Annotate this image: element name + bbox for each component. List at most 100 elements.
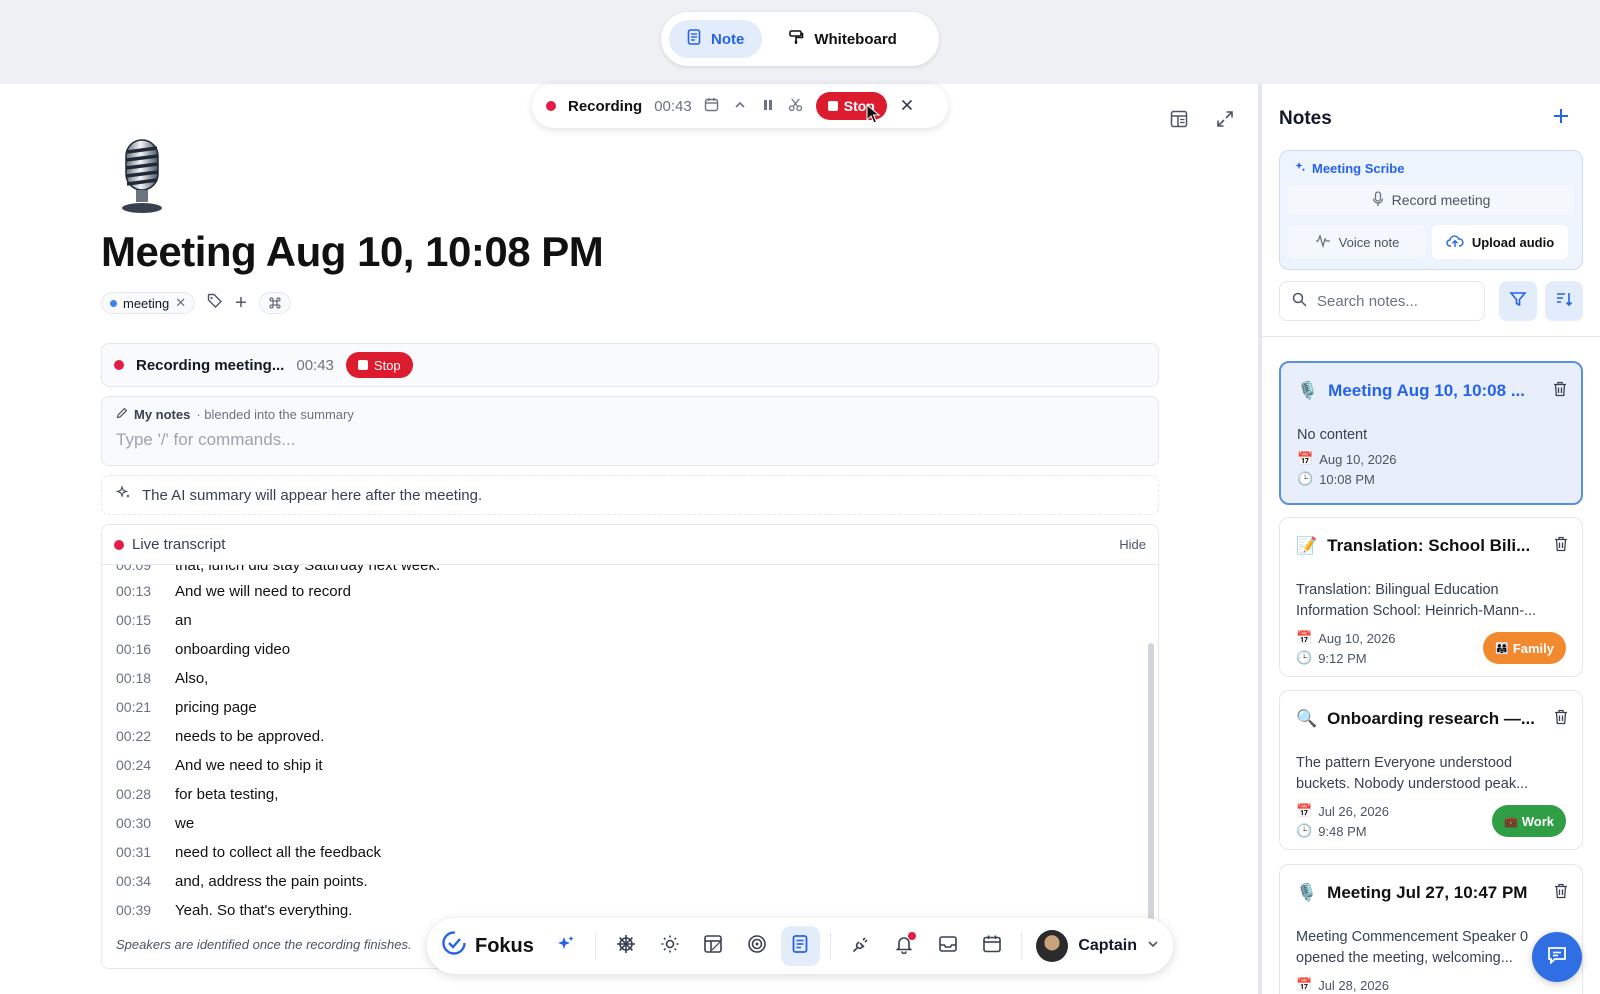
sparkles-icon bbox=[115, 485, 132, 505]
new-note-button[interactable] bbox=[1552, 104, 1570, 132]
ai-sparkle-button[interactable] bbox=[546, 926, 586, 966]
transcript-text: for beta testing, bbox=[175, 785, 279, 803]
search-placeholder: Search notes... bbox=[1317, 292, 1418, 310]
dock-board-button[interactable] bbox=[694, 926, 734, 966]
bottom-dock: Fokus Captain bbox=[427, 918, 1173, 974]
note-mode-button[interactable]: Note bbox=[669, 20, 763, 58]
trash-icon[interactable] bbox=[1553, 381, 1567, 402]
stop-label: Stop bbox=[373, 357, 401, 373]
user-menu[interactable]: Captain bbox=[1036, 930, 1159, 962]
my-notes-label: My notes bbox=[134, 407, 191, 422]
chevron-up-icon[interactable] bbox=[732, 98, 748, 114]
stop-meeting-button[interactable]: Stop bbox=[345, 352, 413, 378]
trash-icon[interactable] bbox=[1554, 536, 1568, 557]
note-card-body: Meeting Commencement Speaker 0 opened th… bbox=[1296, 929, 1529, 966]
dock-integrations-button[interactable] bbox=[841, 926, 881, 966]
my-notes-header: My notes · blended into the summary bbox=[116, 407, 1144, 422]
dock-inbox-button[interactable] bbox=[928, 926, 968, 966]
plug-icon bbox=[851, 934, 871, 959]
dock-helm-button[interactable] bbox=[606, 926, 646, 966]
dock-today-button[interactable] bbox=[650, 926, 690, 966]
family-badge[interactable]: 👨‍👩‍👧 Family bbox=[1483, 632, 1566, 664]
note-card-title: 🎙️ Meeting Aug 10, 10:08 ... bbox=[1297, 381, 1537, 401]
tag-chip[interactable]: meeting ✕ bbox=[101, 292, 196, 314]
transcript-time: 00:13 bbox=[116, 583, 152, 599]
sort-button[interactable] bbox=[1545, 281, 1583, 321]
transcript-scrollbar[interactable] bbox=[1148, 643, 1154, 921]
note-card[interactable]: 🎙️ Meeting Jul 27, 10:47 PM Meeting Comm… bbox=[1279, 864, 1583, 994]
mouse-cursor-icon bbox=[866, 103, 881, 129]
my-notes-input[interactable]: Type '/' for commands... bbox=[116, 430, 1144, 450]
transcript-row: 00:28 for beta testing, bbox=[116, 784, 278, 804]
filter-button[interactable] bbox=[1499, 281, 1537, 321]
transcript-list[interactable]: 00:09 that, lunch did stay Saturday next… bbox=[102, 565, 1158, 921]
recording-timer: 00:43 bbox=[654, 97, 692, 115]
hide-transcript-button[interactable]: Hide bbox=[1119, 537, 1146, 552]
tag-remove-icon[interactable]: ✕ bbox=[175, 295, 186, 311]
layout-icon[interactable] bbox=[1170, 110, 1188, 133]
transcript-row: 00:30 we bbox=[116, 813, 194, 833]
note-card[interactable]: 📝 Translation: School Bili... Translatio… bbox=[1279, 517, 1583, 677]
note-microphone-icon[interactable] bbox=[112, 138, 172, 216]
note-date: Aug 10, 2026 bbox=[1318, 630, 1396, 646]
clock-icon: 🕒 bbox=[1297, 471, 1314, 486]
mode-switch: Note Whiteboard bbox=[661, 12, 939, 66]
whiteboard-mode-button[interactable]: Whiteboard bbox=[770, 20, 915, 58]
transcript-text: that, lunch did stay Saturday next week. bbox=[175, 565, 441, 574]
transcript-row: 00:15 an bbox=[116, 610, 192, 630]
voice-note-button[interactable]: Voice note bbox=[1288, 225, 1426, 259]
note-card-title: 📝 Translation: School Bili... bbox=[1296, 536, 1536, 556]
dock-goals-button[interactable] bbox=[737, 926, 777, 966]
record-meeting-label: Record meeting bbox=[1391, 192, 1491, 208]
transcript-text: need to collect all the feedback bbox=[175, 843, 381, 861]
scissors-icon[interactable] bbox=[788, 97, 804, 115]
pause-icon[interactable] bbox=[760, 98, 776, 114]
user-name: Captain bbox=[1078, 937, 1137, 954]
command-icon[interactable] bbox=[258, 292, 291, 314]
brand[interactable]: Fokus bbox=[441, 930, 542, 962]
chat-button[interactable] bbox=[1532, 932, 1582, 982]
badge-label: Family bbox=[1512, 640, 1554, 656]
transcript-time: 00:15 bbox=[116, 612, 152, 628]
live-dot-icon bbox=[114, 539, 124, 550]
add-tag-icon[interactable]: + bbox=[235, 293, 247, 313]
transcript-row: 00:39 Yeah. So that's everything. bbox=[116, 900, 352, 920]
dock-calendar-button[interactable] bbox=[972, 926, 1012, 966]
calendar-add-icon[interactable] bbox=[704, 97, 720, 116]
dock-notifications-button[interactable] bbox=[885, 926, 925, 966]
page-title[interactable]: Meeting Aug 10, 10:08 PM bbox=[101, 228, 604, 276]
calendar-icon: 📅 bbox=[1297, 451, 1314, 466]
target-icon bbox=[747, 934, 767, 959]
ai-summary-text: The AI summary will appear here after th… bbox=[142, 486, 483, 504]
work-badge[interactable]: 💼 Work bbox=[1492, 805, 1566, 837]
note-card[interactable]: 🔍 Onboarding research —... The pattern E… bbox=[1279, 690, 1583, 850]
transcript-row: 00:18 Also, bbox=[116, 668, 208, 688]
whiteboard-mode-label: Whiteboard bbox=[814, 30, 897, 48]
tag-icon[interactable] bbox=[207, 293, 223, 314]
search-notes-input[interactable]: Search notes... bbox=[1279, 281, 1485, 321]
pencil-icon bbox=[116, 407, 128, 422]
chat-icon bbox=[1546, 944, 1568, 971]
sidebar-title: Notes bbox=[1279, 108, 1332, 129]
trash-icon[interactable] bbox=[1554, 883, 1568, 904]
note-card-selected[interactable]: 🎙️ Meeting Aug 10, 10:08 ... No content … bbox=[1279, 361, 1583, 505]
speaker-note: Speakers are identified once the recordi… bbox=[116, 937, 412, 952]
expand-icon[interactable] bbox=[1216, 110, 1234, 133]
dock-separator bbox=[595, 932, 597, 960]
briefcase-icon: 💼 bbox=[1504, 815, 1518, 828]
paint-roller-icon bbox=[788, 29, 804, 49]
note-mode-label: Note bbox=[711, 30, 745, 48]
transcript-time: 00:39 bbox=[116, 902, 152, 918]
transcript-time: 00:24 bbox=[116, 757, 152, 773]
top-bar: Note Whiteboard bbox=[0, 0, 1600, 84]
transcript-time: 00:22 bbox=[116, 728, 152, 744]
my-notes-card[interactable]: My notes · blended into the summary Type… bbox=[101, 396, 1159, 466]
dock-notes-button[interactable] bbox=[780, 926, 821, 966]
close-icon[interactable] bbox=[899, 98, 915, 114]
record-meeting-button[interactable]: Record meeting bbox=[1288, 185, 1574, 215]
brand-name: Fokus bbox=[475, 934, 534, 957]
trash-icon[interactable] bbox=[1554, 709, 1568, 730]
transcript-time: 00:18 bbox=[116, 670, 152, 686]
upload-audio-button[interactable]: Upload audio bbox=[1432, 225, 1568, 259]
sort-icon bbox=[1555, 290, 1573, 313]
